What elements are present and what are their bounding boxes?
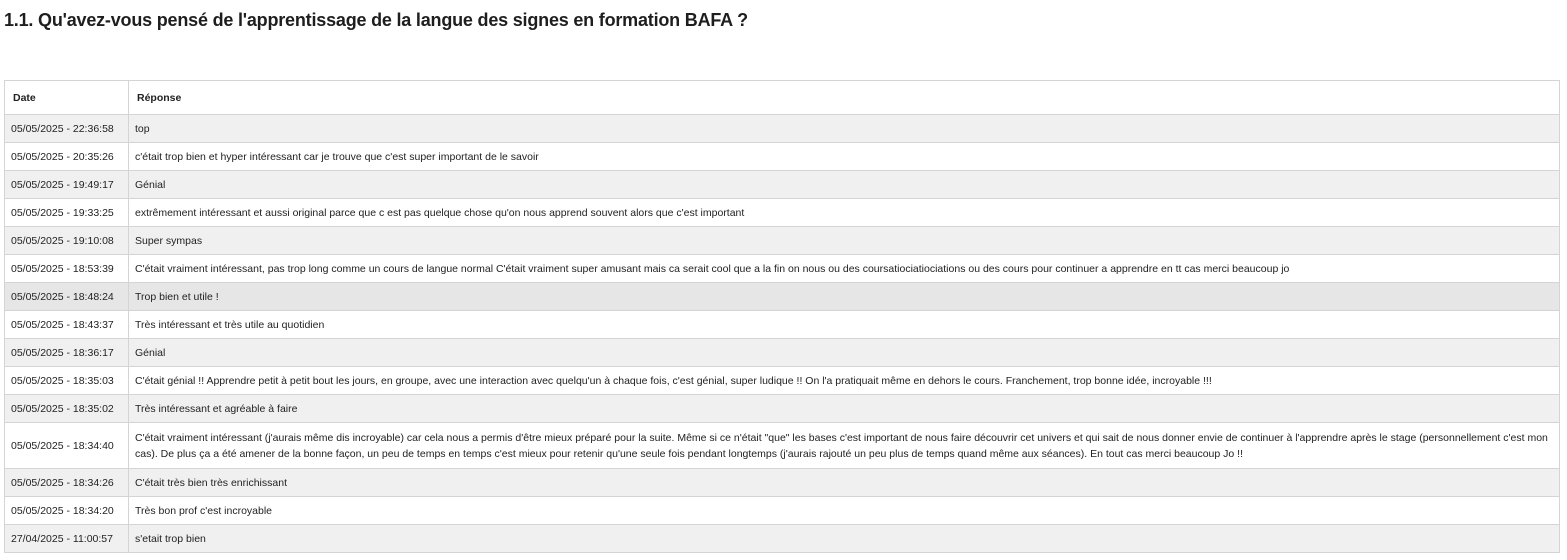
row-date: 05/05/2025 - 18:34:20 [4, 496, 129, 525]
table-row: 05/05/2025 - 22:36:58 top [4, 114, 1560, 143]
row-response: s'etait trop bien [128, 524, 1560, 553]
row-date: 05/05/2025 - 19:10:08 [4, 226, 129, 255]
column-header-response: Réponse [128, 80, 1560, 115]
row-response: C'était vraiment intéressant, pas trop l… [128, 254, 1560, 283]
row-date: 05/05/2025 - 18:53:39 [4, 254, 129, 283]
row-response: Très intéressant et agréable à faire [128, 394, 1560, 423]
row-response: extrêmement intéressant et aussi origina… [128, 198, 1560, 227]
row-date: 05/05/2025 - 18:35:02 [4, 394, 129, 423]
table-row: 05/05/2025 - 18:48:24 Trop bien et utile… [4, 282, 1560, 311]
row-response: Très bon prof c'est incroyable [128, 496, 1560, 525]
row-date: 05/05/2025 - 18:34:26 [4, 468, 129, 497]
row-response: Super sympas [128, 226, 1560, 255]
table-row: 05/05/2025 - 18:35:02 Très intéressant e… [4, 394, 1560, 423]
row-response: C'était très bien très enrichissant [128, 468, 1560, 497]
table-row: 05/05/2025 - 18:36:17 Génial [4, 338, 1560, 367]
table-header-row: Date Réponse [4, 80, 1560, 115]
row-date: 05/05/2025 - 18:48:24 [4, 282, 129, 311]
column-header-date: Date [4, 80, 129, 115]
row-response: C'était génial !! Apprendre petit à peti… [128, 366, 1560, 395]
table-row: 27/04/2025 - 11:00:57 s'etait trop bien [4, 524, 1560, 553]
page: 1.1. Qu'avez-vous pensé de l'apprentissa… [0, 0, 1567, 560]
table-row: 05/05/2025 - 18:34:26 C'était très bien … [4, 468, 1560, 497]
row-date: 05/05/2025 - 20:35:26 [4, 142, 129, 171]
table-row: 05/05/2025 - 18:43:37 Très intéressant e… [4, 310, 1560, 339]
question-title: 1.1. Qu'avez-vous pensé de l'apprentissa… [4, 10, 748, 30]
row-response: c'était trop bien et hyper intéressant c… [128, 142, 1560, 171]
table-row: 05/05/2025 - 19:10:08 Super sympas [4, 226, 1560, 255]
row-response: Génial [128, 170, 1560, 199]
row-date: 27/04/2025 - 11:00:57 [4, 524, 129, 553]
row-response: top [128, 114, 1560, 143]
table-row: 05/05/2025 - 19:49:17 Génial [4, 170, 1560, 199]
table-row: 05/05/2025 - 18:34:40 C'était vraiment i… [4, 422, 1560, 469]
row-response: Génial [128, 338, 1560, 367]
row-date: 05/05/2025 - 22:36:58 [4, 114, 129, 143]
row-date: 05/05/2025 - 19:33:25 [4, 198, 129, 227]
table-row: 05/05/2025 - 18:34:20 Très bon prof c'es… [4, 496, 1560, 525]
row-date: 05/05/2025 - 18:34:40 [4, 422, 129, 469]
table-row: 05/05/2025 - 20:35:26 c'était trop bien … [4, 142, 1560, 171]
table-row: 05/05/2025 - 19:33:25 extrêmement intére… [4, 198, 1560, 227]
row-date: 05/05/2025 - 18:43:37 [4, 310, 129, 339]
row-date: 05/05/2025 - 19:49:17 [4, 170, 129, 199]
row-response: C'était vraiment intéressant (j'aurais m… [128, 422, 1560, 469]
row-date: 05/05/2025 - 18:35:03 [4, 366, 129, 395]
row-response: Trop bien et utile ! [128, 282, 1560, 311]
table-row: 05/05/2025 - 18:53:39 C'était vraiment i… [4, 254, 1560, 283]
responses-table: Date Réponse 05/05/2025 - 22:36:58 top 0… [4, 80, 1560, 553]
row-date: 05/05/2025 - 18:36:17 [4, 338, 129, 367]
row-response: Très intéressant et très utile au quotid… [128, 310, 1560, 339]
table-row: 05/05/2025 - 18:35:03 C'était génial !! … [4, 366, 1560, 395]
